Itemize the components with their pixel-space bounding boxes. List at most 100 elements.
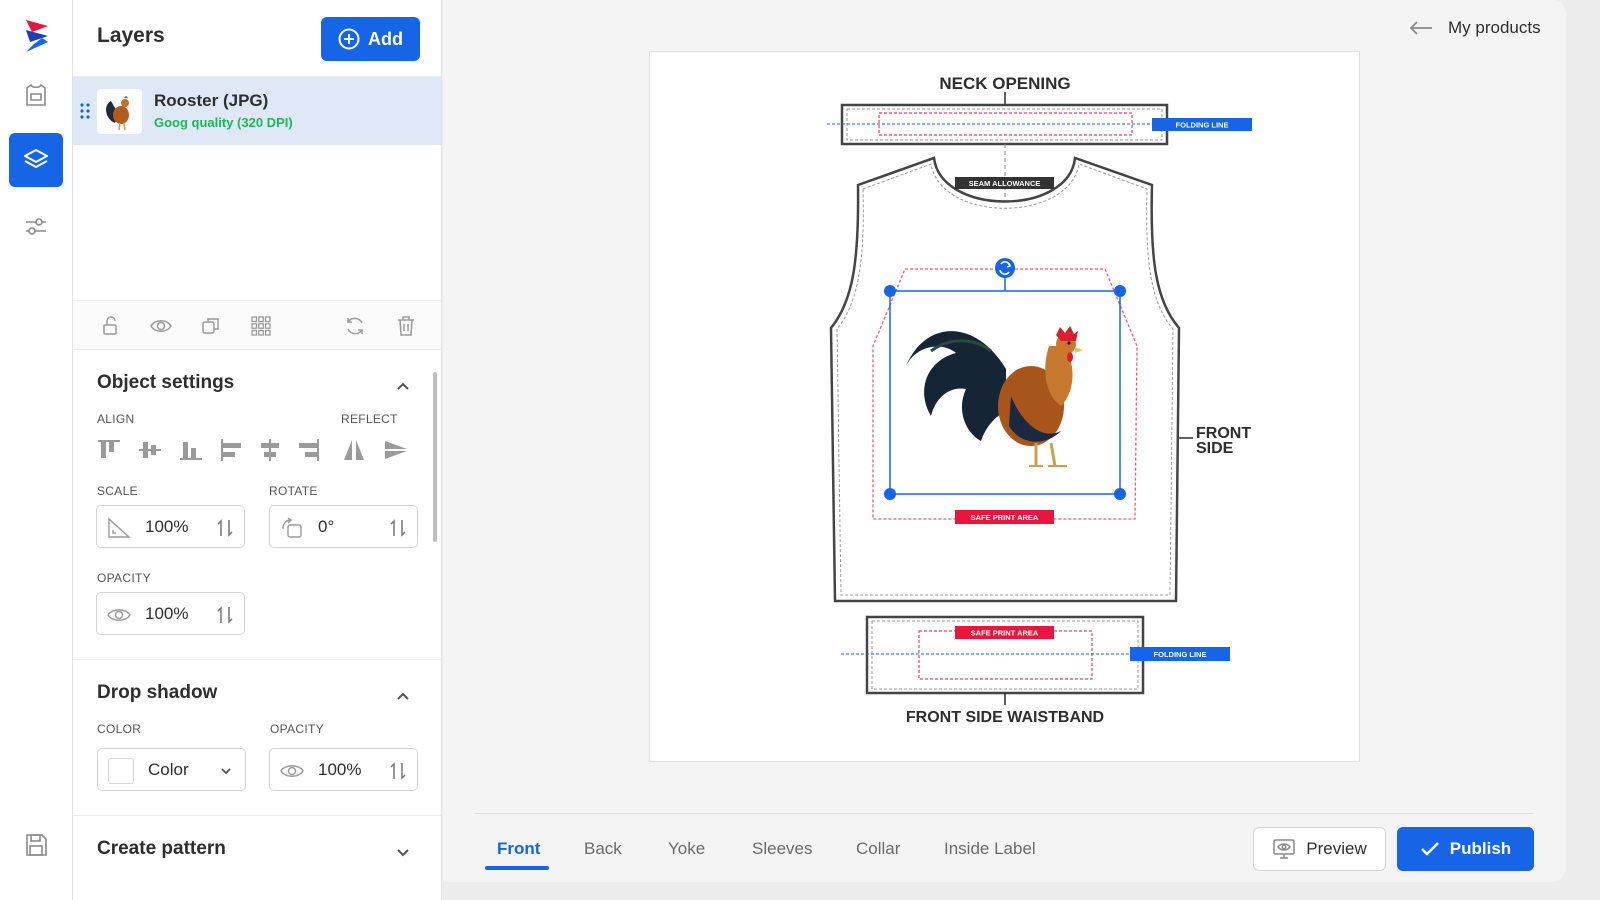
- tshirt-icon: [26, 83, 46, 106]
- resize-handle[interactable]: [1114, 285, 1126, 297]
- stepper-arrows-icon[interactable]: [389, 760, 407, 782]
- opacity-value: 100%: [145, 604, 189, 623]
- rotate-value: 0°: [318, 517, 335, 536]
- align-right-icon[interactable]: [295, 438, 321, 462]
- shadow-color-select[interactable]: Color: [97, 748, 246, 791]
- refresh-icon[interactable]: [344, 315, 366, 337]
- preview-icon: [1273, 839, 1296, 859]
- align-middle-icon[interactable]: [137, 438, 163, 462]
- plus-circle-icon: [338, 28, 360, 50]
- reflect-vertical-icon[interactable]: [383, 438, 409, 462]
- products-button[interactable]: [9, 68, 63, 122]
- panel-scrollbar[interactable]: [433, 372, 437, 542]
- shadow-opacity-field[interactable]: 100%: [269, 748, 418, 791]
- checkmark-icon: [1420, 842, 1439, 856]
- rotate-icon: [282, 517, 302, 538]
- eye-icon[interactable]: [150, 315, 172, 337]
- shadow-opacity-value: 100%: [318, 760, 362, 779]
- tab-sleeves[interactable]: Sleeves: [752, 839, 812, 859]
- publish-button[interactable]: Publish: [1397, 827, 1534, 871]
- neck-opening-label: NECK OPENING: [939, 74, 1070, 93]
- layer-toolbar: [73, 300, 441, 350]
- align-top-icon[interactable]: [96, 438, 122, 462]
- layer-quality: Goog quality (320 DPI): [154, 115, 293, 130]
- icon-rail: [0, 0, 73, 900]
- create-pattern-title[interactable]: Create pattern: [97, 838, 226, 860]
- rotate-handle-icon[interactable]: [995, 258, 1015, 278]
- align-bottom-icon[interactable]: [178, 438, 204, 462]
- align-left-icon[interactable]: [219, 438, 245, 462]
- chevron-down-icon[interactable]: [395, 845, 411, 861]
- layers-panel: Layers Add Rooster (JPG) Goog quality (3…: [73, 0, 442, 900]
- chevron-up-icon[interactable]: [395, 378, 411, 394]
- layer-name: Rooster (JPG): [154, 91, 269, 110]
- layer-item[interactable]: Rooster (JPG) Goog quality (320 DPI): [73, 77, 441, 145]
- app-logo[interactable]: [22, 18, 52, 54]
- resize-handle[interactable]: [884, 488, 896, 500]
- back-to-products[interactable]: My products: [1408, 18, 1541, 38]
- reflect-horizontal-icon[interactable]: [341, 438, 367, 462]
- align-label: ALIGN: [97, 412, 135, 426]
- publish-label: Publish: [1449, 839, 1512, 858]
- garment-template: NECK OPENING FOLDING LINE SEAM ALLOWANCE…: [827, 74, 1252, 726]
- rotate-field[interactable]: 0°: [269, 505, 418, 548]
- layers-icon: [24, 149, 48, 168]
- safe-print-area-label: SAFE PRINT AREA: [971, 513, 1039, 522]
- waistband-safe-area-label: SAFE PRINT AREA: [971, 629, 1039, 638]
- waistband-label: FRONT SIDE WAISTBAND: [906, 709, 1104, 726]
- folding-line-label-top: FOLDING LINE: [1176, 121, 1229, 130]
- layer-thumbnail: [97, 89, 142, 134]
- stepper-arrows-icon[interactable]: [216, 604, 234, 626]
- settings-button[interactable]: [9, 199, 63, 253]
- object-settings-title: Object settings: [97, 372, 235, 393]
- duplicate-icon[interactable]: [200, 315, 222, 337]
- opacity-field[interactable]: 100%: [96, 592, 245, 635]
- add-layer-button[interactable]: Add: [321, 17, 420, 61]
- layers-button[interactable]: [9, 133, 63, 187]
- tab-collar[interactable]: Collar: [856, 839, 900, 859]
- align-center-icon[interactable]: [257, 438, 283, 462]
- eye-icon: [107, 609, 131, 621]
- seam-allowance-label: SEAM ALLOWANCE: [969, 179, 1041, 188]
- shadow-opacity-label: OPACITY: [270, 722, 324, 736]
- active-tab-indicator: [485, 866, 549, 870]
- resize-handle[interactable]: [1114, 488, 1126, 500]
- grid-icon[interactable]: [250, 315, 272, 337]
- stepper-arrows-icon[interactable]: [389, 517, 407, 539]
- tabs-divider: [475, 813, 1533, 814]
- scale-label: SCALE: [97, 484, 138, 498]
- arrow-left-icon: [1409, 21, 1432, 35]
- panel-header: Layers Add: [73, 0, 441, 77]
- chevron-down-icon: [221, 768, 231, 775]
- back-label: My products: [1448, 18, 1541, 37]
- ruler-triangle-icon: [108, 517, 131, 538]
- rotate-label: ROTATE: [269, 484, 318, 498]
- design-canvas[interactable]: NECK OPENING FOLDING LINE SEAM ALLOWANCE…: [649, 51, 1360, 762]
- preview-button[interactable]: Preview: [1253, 827, 1386, 871]
- tab-front[interactable]: Front: [497, 839, 540, 859]
- divider: [73, 815, 441, 816]
- shadow-color-label: COLOR: [97, 722, 142, 736]
- shadow-color-value: Color: [148, 760, 189, 779]
- resize-handle[interactable]: [884, 285, 896, 297]
- color-swatch: [108, 758, 134, 784]
- preview-label: Preview: [1306, 839, 1367, 858]
- save-button[interactable]: [9, 818, 63, 872]
- tab-back[interactable]: Back: [584, 839, 622, 859]
- front-side-label-2: SIDE: [1196, 440, 1234, 457]
- tab-yoke[interactable]: Yoke: [668, 839, 705, 859]
- divider: [73, 659, 441, 660]
- scale-field[interactable]: 100%: [96, 505, 245, 548]
- trash-icon[interactable]: [395, 315, 417, 337]
- drag-handle-icon[interactable]: [80, 103, 90, 119]
- tab-inside-label[interactable]: Inside Label: [944, 839, 1036, 859]
- unlock-icon[interactable]: [100, 315, 122, 337]
- scale-value: 100%: [145, 517, 189, 536]
- eye-icon: [280, 765, 304, 777]
- chevron-up-icon[interactable]: [395, 688, 411, 704]
- panel-title: Layers: [97, 24, 165, 47]
- stepper-arrows-icon[interactable]: [216, 517, 234, 539]
- opacity-label: OPACITY: [97, 571, 151, 585]
- save-icon: [26, 834, 47, 856]
- folding-line-label-bottom: FOLDING LINE: [1154, 650, 1207, 659]
